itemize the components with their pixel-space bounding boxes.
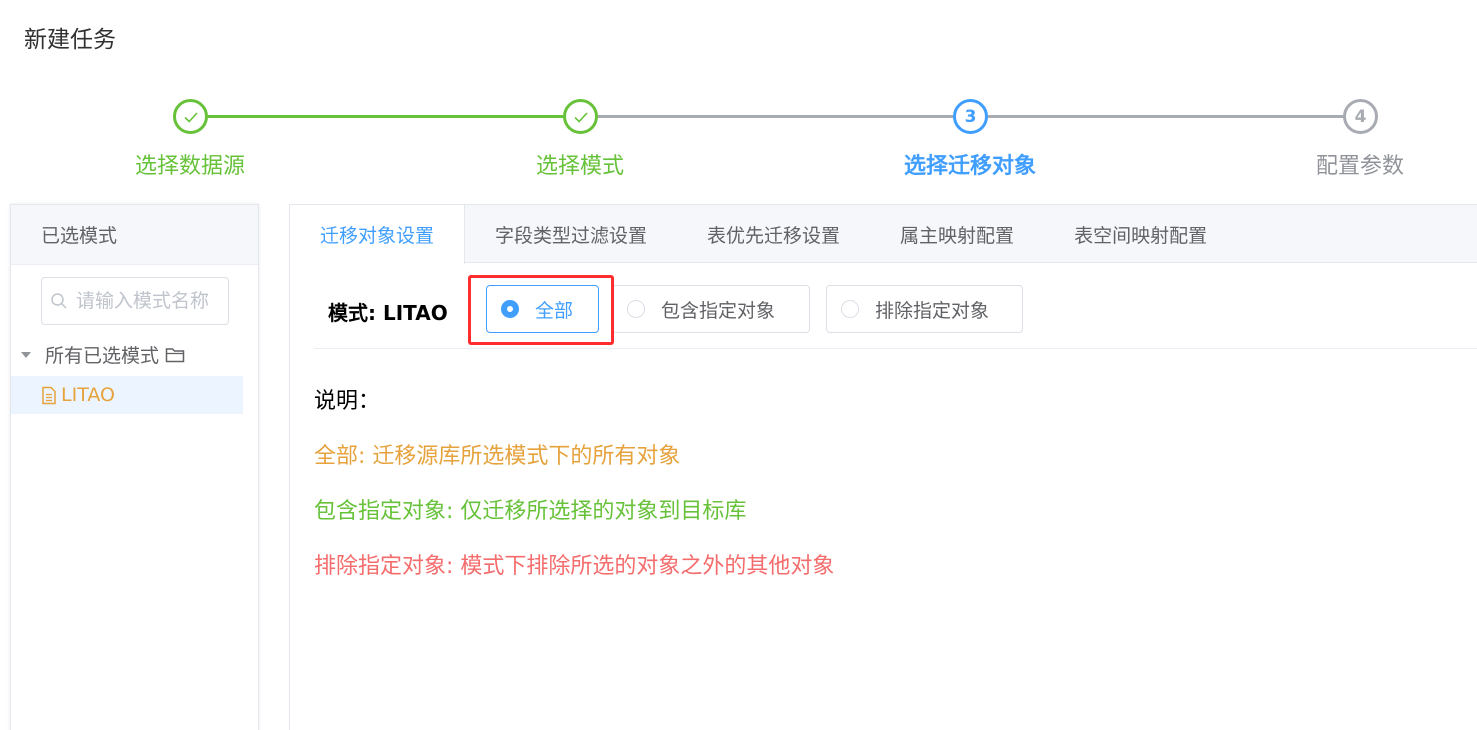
- settings-tabs: 迁移对象设置 字段类型过滤设置 表优先迁移设置 属主映射配置 表空间映射配置: [290, 205, 1477, 264]
- page: 新建任务 3 4 选择数据源 选择模式 选择迁移对象 配置参数 已选模式 请输入…: [0, 0, 1477, 730]
- radio-include-specified[interactable]: 包含指定对象: [612, 285, 810, 333]
- tree-node-all-schemas[interactable]: 所有已选模式: [21, 341, 186, 368]
- caret-down-icon[interactable]: [21, 351, 31, 358]
- description-include: 包含指定对象: 仅迁移所选择的对象到目标库: [314, 499, 747, 524]
- description-all: 全部: 迁移源库所选模式下的所有对象: [314, 444, 681, 469]
- step-3-title: 选择迁移对象: [903, 154, 1036, 179]
- description-heading: 说明：: [314, 389, 381, 414]
- selected-schema-panel: 已选模式 所有已选模式 LITAO: [10, 204, 259, 730]
- step-3-number: 3: [953, 99, 988, 134]
- tab-owner-mapping[interactable]: 属主映射配置: [870, 205, 1044, 263]
- description-exclude: 排除指定对象: 模式下排除所选的对象之外的其他对象: [314, 554, 835, 579]
- tab-tablespace-mapping[interactable]: 表空间映射配置: [1044, 205, 1237, 263]
- step-2-check-icon: [563, 99, 598, 134]
- radio-exclude-specified[interactable]: 排除指定对象: [826, 285, 1023, 333]
- step-connector-3: [988, 115, 1345, 118]
- schema-search-box[interactable]: [41, 277, 229, 325]
- step-connector-2: [598, 115, 955, 118]
- step-connector-1: [208, 115, 565, 118]
- step-1-check-icon: [173, 99, 208, 134]
- tree-node-label: 所有已选模式: [45, 345, 160, 367]
- search-icon: [51, 293, 67, 309]
- document-icon: [42, 386, 56, 404]
- tree-node-label: LITAO: [61, 384, 115, 406]
- page-title: 新建任务: [24, 27, 116, 53]
- step-4-number: 4: [1343, 99, 1378, 134]
- tab-migration-object-settings[interactable]: 迁移对象设置: [290, 205, 466, 264]
- radio-circle-icon: [841, 300, 859, 318]
- migration-settings-panel: 迁移对象设置 字段类型过滤设置 表优先迁移设置 属主映射配置 表空间映射配置 模…: [289, 204, 1477, 730]
- folder-icon: [165, 347, 185, 362]
- highlight-annotation: [468, 275, 614, 345]
- mode-label: 模式: LITAO: [328, 301, 448, 325]
- schema-search-input[interactable]: [76, 290, 226, 312]
- step-1-title: 选择数据源: [134, 154, 245, 179]
- tab-table-priority[interactable]: 表优先迁移设置: [677, 205, 870, 263]
- radio-circle-icon: [627, 300, 645, 318]
- step-2-title: 选择模式: [535, 154, 624, 179]
- tree-node-litao[interactable]: LITAO: [11, 376, 243, 414]
- radio-label: 包含指定对象: [661, 299, 776, 322]
- step-4-title: 配置参数: [1315, 154, 1404, 179]
- tab-field-type-filter[interactable]: 字段类型过滤设置: [465, 205, 677, 263]
- radio-label: 排除指定对象: [875, 299, 990, 322]
- selected-schema-header: 已选模式: [11, 205, 258, 265]
